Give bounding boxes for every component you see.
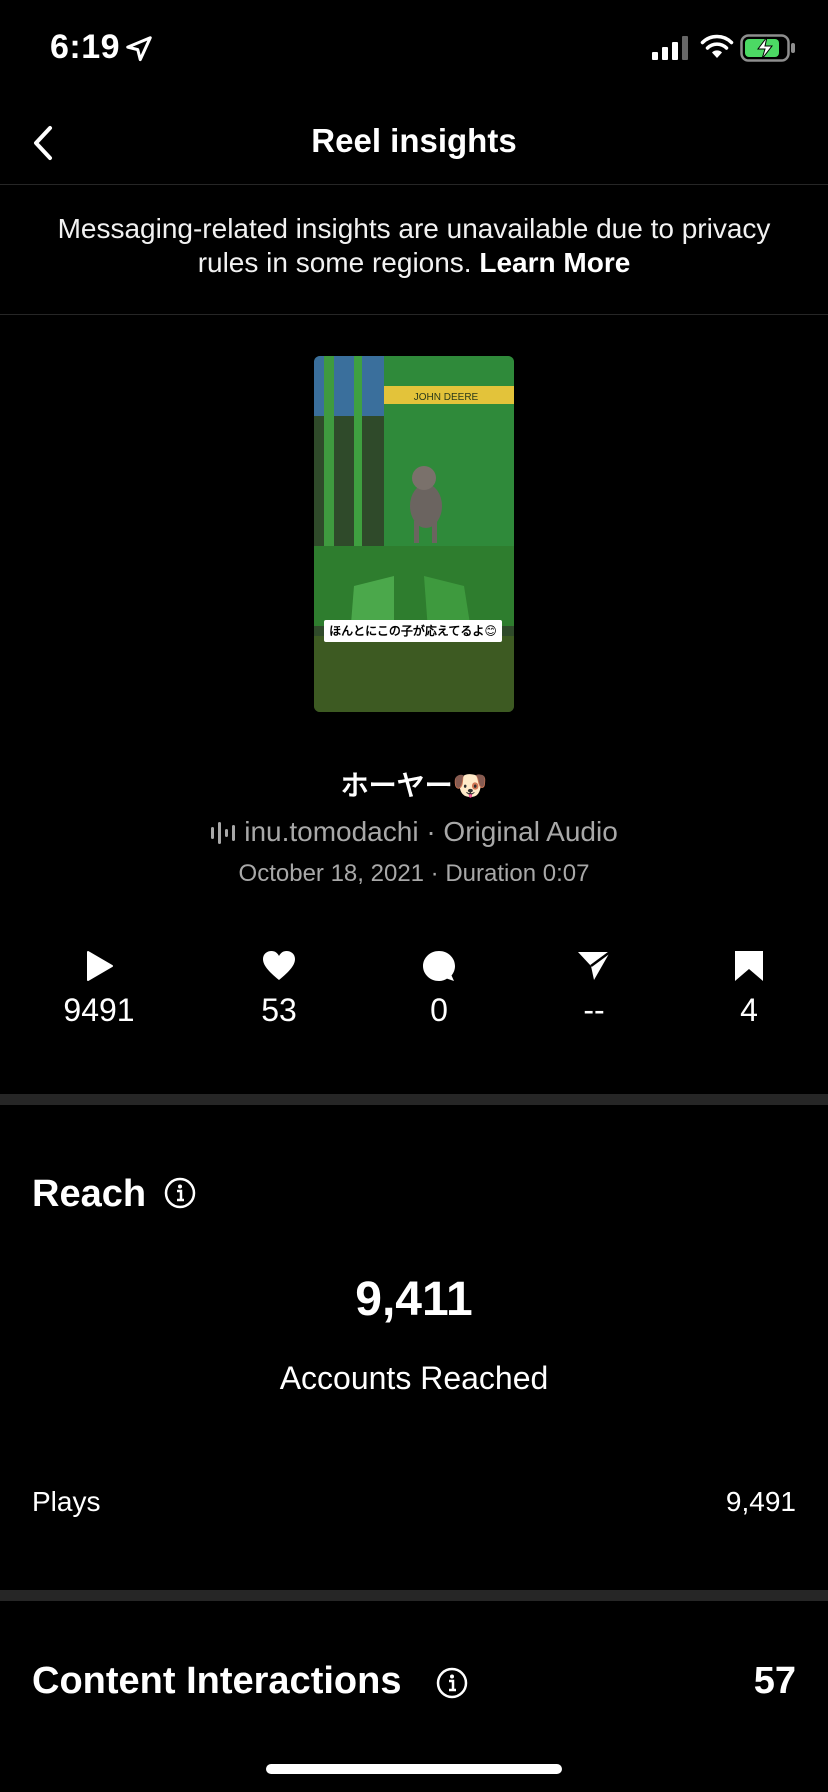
cellular-signal-icon <box>652 36 688 60</box>
reel-meta: October 18, 2021 · Duration 0:07 <box>238 860 590 887</box>
john-deere-sign: JOHN DEERE <box>414 392 479 403</box>
reel-thumbnail[interactable]: JOHN DEERE ほんとにこの子が応えてるよ😊 <box>314 356 514 712</box>
reel-thumbnail-image: JOHN DEERE <box>314 356 514 712</box>
nav-header: Reel insights <box>0 100 828 185</box>
page-title: Reel insights <box>311 122 517 159</box>
stat-saves-value: 4 <box>740 992 758 1028</box>
content-interactions-title: Content Interactions <box>32 1660 402 1702</box>
stat-likes-value: 53 <box>261 992 297 1028</box>
stat-likes: 53 <box>224 950 334 1029</box>
comment-bubble-icon <box>423 951 455 981</box>
section-divider <box>0 1590 828 1601</box>
status-time: 6:19 <box>50 28 121 66</box>
stat-plays: 9491 <box>44 950 154 1029</box>
stat-comments-value: 0 <box>430 992 448 1028</box>
section-divider <box>0 1094 828 1105</box>
plays-row-value: 9,491 <box>725 1486 796 1517</box>
info-icon[interactable] <box>164 1177 196 1209</box>
audio-label: inu.tomodachi · Original Audio <box>244 816 618 847</box>
audio-attribution[interactable]: inu.tomodachi · Original Audio <box>0 816 828 848</box>
status-bar: 6:19 <box>0 0 828 100</box>
stat-shares: -- <box>539 950 649 1029</box>
divider <box>0 314 828 315</box>
reel-title: ホーヤー🐶 <box>340 770 488 801</box>
learn-more-link[interactable]: Learn More <box>479 247 630 278</box>
privacy-notice: Messaging-related insights are unavailab… <box>40 212 788 280</box>
reach-title: Reach <box>32 1173 147 1215</box>
reel-caption-overlay: ほんとにこの子が応えてるよ😊 <box>324 620 502 642</box>
stat-shares-value: -- <box>583 992 605 1028</box>
location-arrow-icon <box>126 36 152 62</box>
accounts-reached-value: 9,411 <box>355 1273 473 1326</box>
privacy-notice-text: Messaging-related insights are unavailab… <box>57 213 771 278</box>
bookmark-icon <box>735 951 763 981</box>
battery-charging-icon <box>740 34 795 62</box>
stat-comments: 0 <box>384 950 494 1029</box>
heart-icon <box>263 951 295 980</box>
stat-plays-value: 9491 <box>63 992 135 1028</box>
accounts-reached-label: Accounts Reached <box>279 1360 549 1396</box>
audio-waveform-icon <box>211 822 236 844</box>
content-interactions-value: 57 <box>753 1660 796 1702</box>
home-indicator[interactable] <box>266 1764 562 1774</box>
stat-saves: 4 <box>694 950 804 1029</box>
play-icon <box>87 951 113 981</box>
send-paper-plane-icon <box>578 950 611 980</box>
wifi-icon <box>700 34 734 58</box>
plays-row-label: Plays <box>32 1486 101 1517</box>
info-icon[interactable] <box>436 1667 468 1699</box>
